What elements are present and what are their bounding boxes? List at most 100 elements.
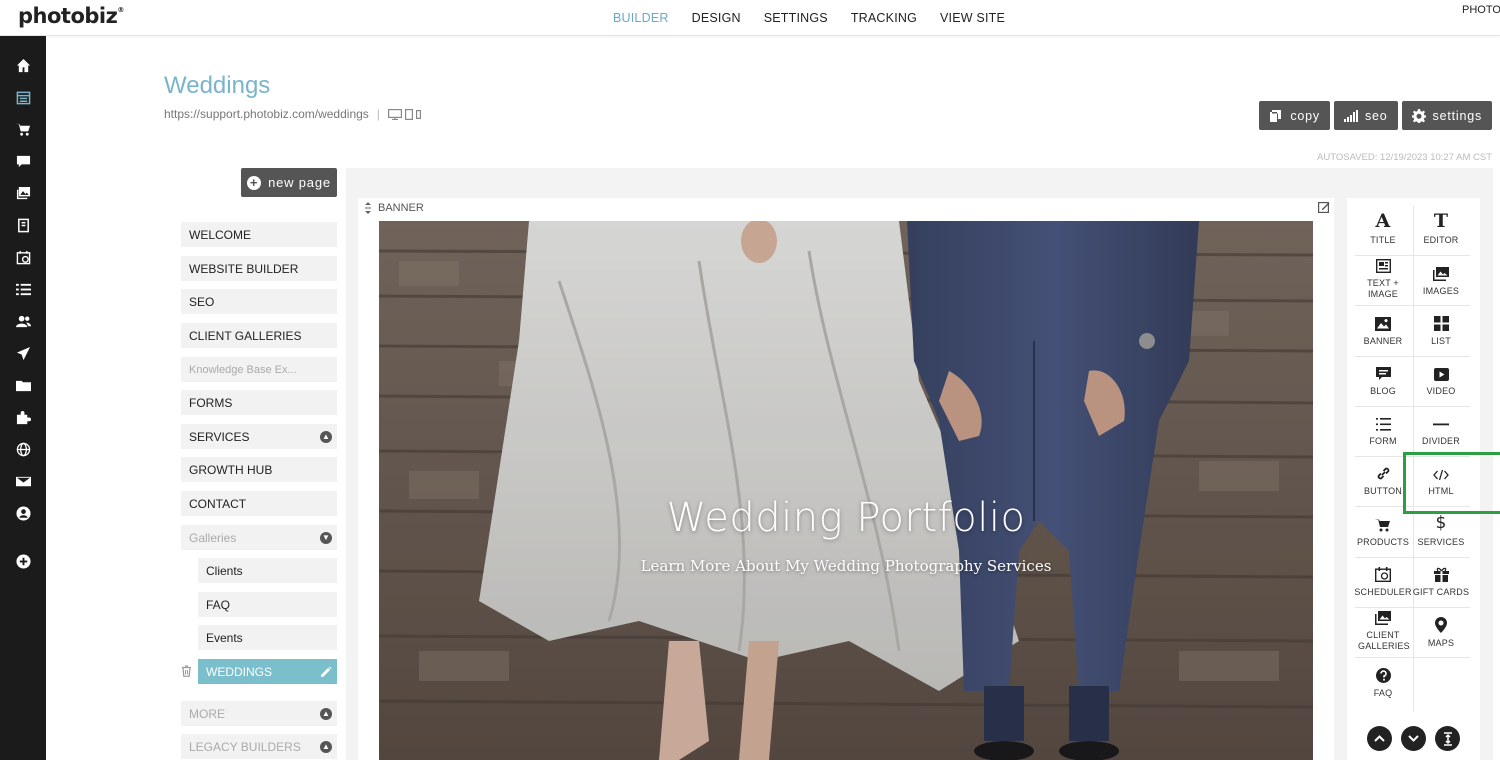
banner-title[interactable]: Wedding Portfolio	[379, 495, 1313, 541]
account-name[interactable]: PHOTO	[1462, 4, 1500, 16]
page-item-weddings[interactable]: WEDDINGS	[198, 659, 337, 684]
users-icon[interactable]	[15, 313, 31, 329]
widget-list[interactable]: LIST	[1412, 302, 1470, 352]
page-item-services[interactable]: SERVICES ▲	[181, 424, 337, 449]
widget-banner[interactable]: BANNER	[1354, 302, 1412, 352]
question-icon	[1375, 668, 1391, 683]
banner-image[interactable]: Wedding Portfolio Learn More About My We…	[379, 221, 1313, 760]
page-item-more[interactable]: MORE ▲	[181, 701, 337, 726]
widget-label: EDITOR	[1423, 235, 1459, 245]
page-item-label: Knowledge Base Ex...	[189, 363, 297, 376]
widget-label: BANNER	[1363, 336, 1403, 346]
send-icon[interactable]	[15, 345, 31, 361]
page-item-faq[interactable]: FAQ	[198, 592, 337, 617]
widget-images[interactable]: IMAGES	[1412, 252, 1470, 302]
settings-button[interactable]: settings	[1401, 101, 1492, 130]
page-item-clients[interactable]: Clients	[198, 558, 337, 583]
widget-text-image[interactable]: TEXT + IMAGE	[1354, 252, 1412, 302]
widget-label: BUTTON	[1363, 486, 1403, 496]
new-page-button[interactable]: + new page	[241, 168, 337, 197]
edit-block-icon[interactable]	[1318, 201, 1330, 213]
page-item-knowledge-base[interactable]: Knowledge Base Ex...	[181, 357, 337, 382]
drag-handle-icon[interactable]	[364, 202, 372, 214]
page-item-label: WELCOME	[189, 227, 252, 242]
divider-icon	[1433, 423, 1449, 426]
copy-icon	[1270, 109, 1282, 122]
page-item-label: Clients	[206, 563, 243, 578]
page-item-label: CONTACT	[189, 496, 247, 511]
list-icon[interactable]	[15, 281, 31, 297]
seo-button[interactable]: seo	[1333, 101, 1398, 130]
nav-design[interactable]: DESIGN	[692, 11, 741, 25]
copy-button[interactable]: copy	[1259, 101, 1330, 130]
scheduler-icon	[1375, 567, 1391, 582]
page-item-welcome[interactable]: WELCOME	[181, 222, 337, 247]
widget-divider[interactable]: DIVIDER	[1412, 402, 1470, 452]
widget-client-galleries[interactable]: CLIENT GALLERIES	[1354, 604, 1412, 654]
widget-services[interactable]: $ SERVICES	[1412, 503, 1470, 553]
add-icon[interactable]	[15, 553, 31, 569]
widget-video[interactable]: VIDEO	[1412, 352, 1470, 402]
page-item-seo[interactable]: SEO	[181, 289, 337, 314]
trash-icon[interactable]	[181, 665, 192, 677]
widget-html[interactable]: HTML	[1412, 452, 1470, 502]
page-item-website-builder[interactable]: WEBSITE BUILDER	[181, 256, 337, 281]
chevron-up-icon[interactable]: ▲	[320, 430, 332, 443]
scroll-extent-button[interactable]	[1435, 726, 1460, 751]
chat-icon[interactable]	[15, 153, 31, 169]
page-url[interactable]: https://support.photobiz.com/weddings	[164, 107, 369, 121]
widget-editor[interactable]: T EDITOR	[1412, 201, 1470, 251]
nav-view-site[interactable]: VIEW SITE	[940, 11, 1005, 25]
page-item-growth-hub[interactable]: GROWTH HUB	[181, 457, 337, 482]
video-icon	[1433, 368, 1449, 381]
globe-icon[interactable]	[15, 441, 31, 457]
phone-icon[interactable]	[415, 109, 421, 119]
widget-scheduler[interactable]: SCHEDULER	[1354, 553, 1412, 603]
widget-form[interactable]: FORM	[1354, 402, 1412, 452]
pencil-icon[interactable]	[320, 666, 332, 678]
account-icon[interactable]	[15, 505, 31, 521]
widget-gift-cards[interactable]: GIFT CARDS	[1412, 553, 1470, 603]
device-preview-icons	[387, 108, 421, 120]
page-item-client-galleries[interactable]: CLIENT GALLERIES	[181, 323, 337, 348]
page-item-galleries[interactable]: Galleries ▼	[181, 525, 337, 550]
banner-subtitle[interactable]: Learn More About My Wedding Photography …	[379, 557, 1313, 575]
tablet-icon[interactable]	[404, 108, 413, 120]
mail-icon[interactable]	[15, 473, 31, 489]
nav-builder[interactable]: BUILDER	[613, 11, 669, 25]
chevron-up-icon[interactable]: ▲	[320, 740, 332, 753]
page-item-label: SEO	[189, 294, 215, 309]
widget-blog[interactable]: BLOG	[1354, 352, 1412, 402]
calendar-icon[interactable]	[15, 89, 31, 105]
chevron-down-icon[interactable]: ▼	[320, 531, 332, 544]
scroll-up-button[interactable]	[1367, 726, 1392, 751]
page-item-contact[interactable]: CONTACT	[181, 491, 337, 516]
chevron-up-icon	[1374, 735, 1385, 742]
home-icon[interactable]	[15, 57, 31, 73]
page-item-label: CLIENT GALLERIES	[189, 328, 302, 343]
widget-products[interactable]: PRODUCTS	[1354, 503, 1412, 553]
page-item-label: GROWTH HUB	[189, 462, 273, 477]
desktop-icon[interactable]	[387, 108, 402, 120]
gallery-icon[interactable]	[15, 185, 31, 201]
cart-icon[interactable]	[15, 121, 31, 137]
code-icon	[1433, 469, 1449, 481]
book-icon[interactable]	[15, 217, 31, 233]
scheduler-icon[interactable]	[15, 249, 31, 265]
widget-faq[interactable]: FAQ	[1354, 654, 1412, 704]
puzzle-icon[interactable]	[15, 409, 31, 425]
photobiz-logo[interactable]: photobiz®	[18, 4, 124, 28]
grid-icon	[1433, 316, 1449, 331]
page-item-events[interactable]: Events	[198, 625, 337, 650]
widget-button[interactable]: BUTTON	[1354, 452, 1412, 502]
scroll-down-button[interactable]	[1401, 726, 1426, 751]
page-item-forms[interactable]: FORMS	[181, 390, 337, 415]
nav-settings[interactable]: SETTINGS	[764, 11, 828, 25]
folder-icon[interactable]	[15, 377, 31, 393]
page-item-legacy-builders[interactable]: LEGACY BUILDERS ▲	[181, 734, 337, 759]
widget-maps[interactable]: MAPS	[1412, 604, 1470, 654]
widget-title[interactable]: A TITLE	[1354, 201, 1412, 251]
chevron-up-icon[interactable]: ▲	[320, 707, 332, 720]
nav-tracking[interactable]: TRACKING	[851, 11, 917, 25]
page-url-row: https://support.photobiz.com/weddings |	[164, 107, 421, 121]
